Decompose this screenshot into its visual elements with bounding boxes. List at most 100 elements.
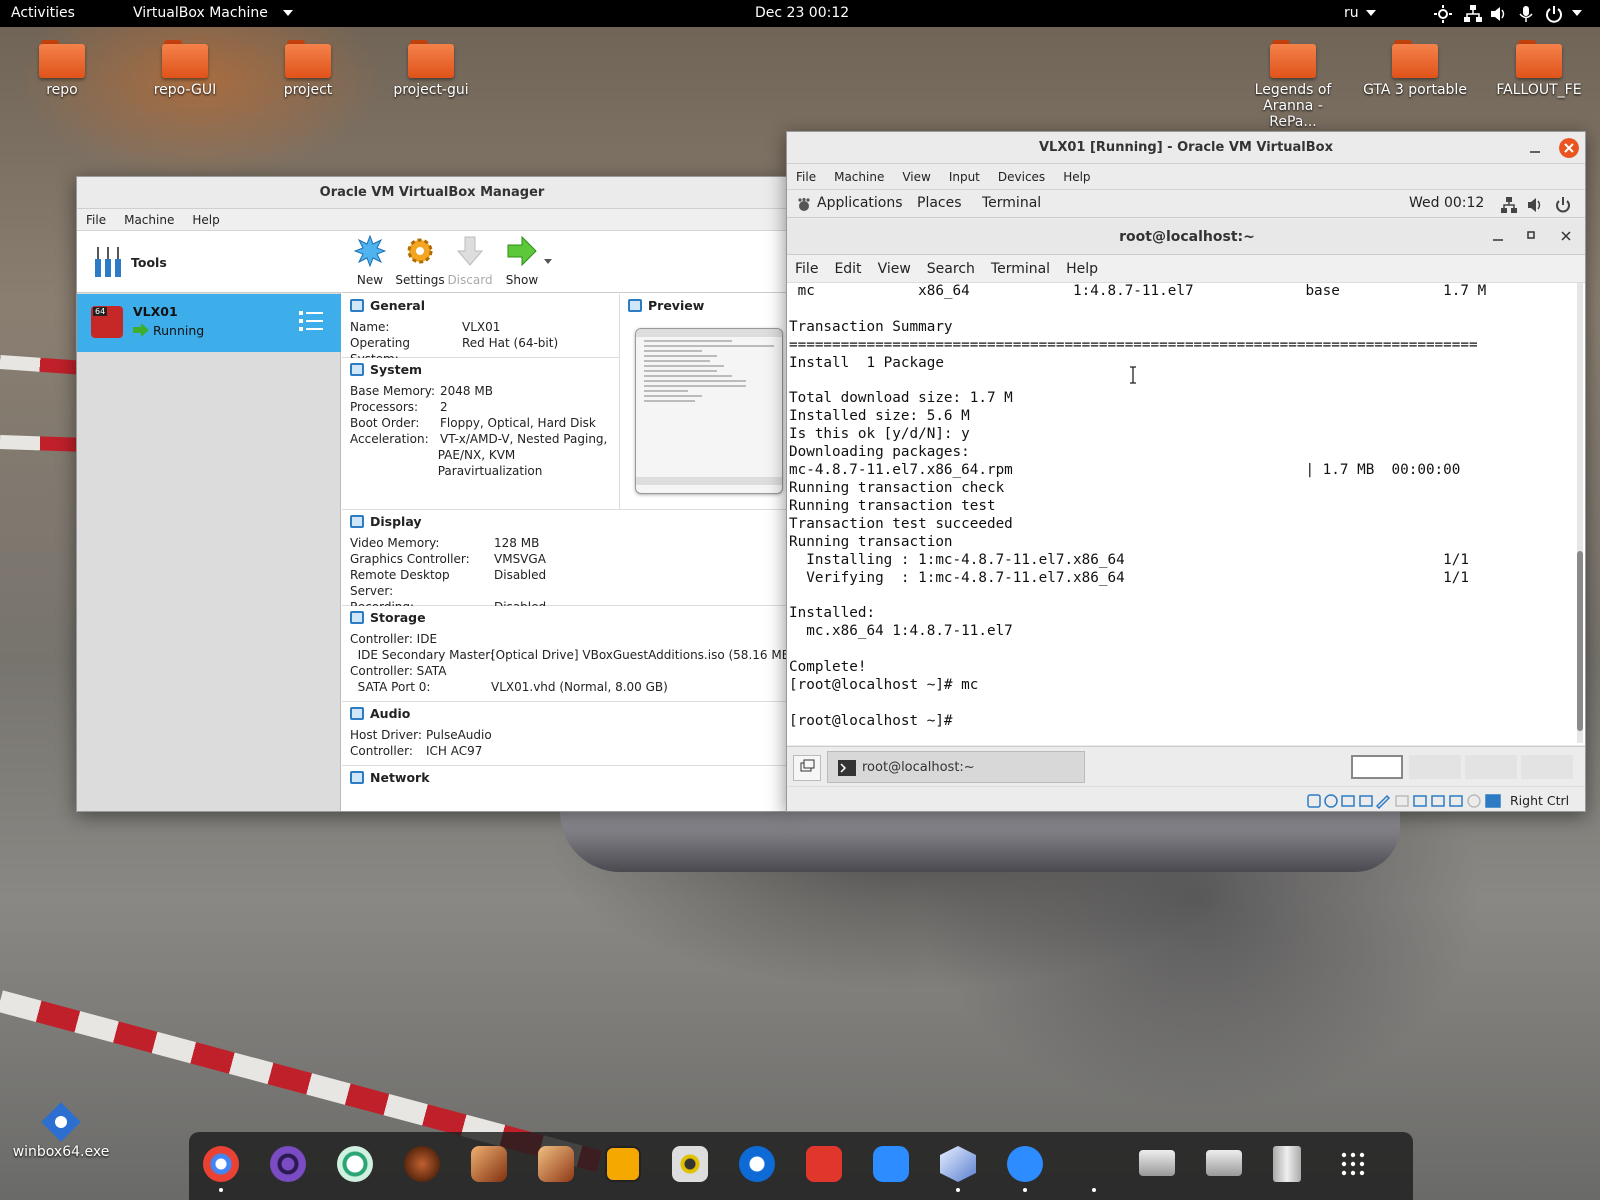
desktop-icon-repo[interactable]: repo: [7, 40, 117, 98]
desktop-icon-legends-of-aranna[interactable]: Legends of Aranna - RePa...: [1238, 40, 1348, 130]
display-section: Display Video Memory: 128 MB Graphics Con…: [342, 510, 787, 614]
task-terminal[interactable]: root@localhost:~: [827, 751, 1085, 783]
game-icon[interactable]: [471, 1146, 507, 1182]
chevron-down-icon: [1366, 10, 1376, 16]
running-indicator: [1023, 1188, 1027, 1192]
desktop-icon-project[interactable]: project: [253, 40, 363, 98]
app-menu[interactable]: VirtualBox Machine: [133, 5, 268, 21]
terminal-menu-edit[interactable]: Edit: [826, 261, 869, 277]
workspace-4[interactable]: [1521, 755, 1573, 779]
workspace-1[interactable]: [1351, 755, 1403, 779]
vm-menu-help[interactable]: Help: [1054, 170, 1099, 184]
network-icon[interactable]: [1464, 5, 1482, 23]
vm-list-item-vlx01[interactable]: 64 VLX01 Running: [77, 294, 341, 352]
vm-menu-machine[interactable]: Machine: [825, 170, 893, 184]
power-icon[interactable]: [1545, 5, 1563, 23]
guest-places-menu[interactable]: Places: [917, 195, 962, 211]
show-desktop-button[interactable]: [793, 755, 821, 781]
volume-icon[interactable]: [1527, 197, 1543, 213]
desktop-icon-repo-gui[interactable]: repo-GUI: [130, 40, 240, 98]
zoom-icon[interactable]: [873, 1146, 909, 1182]
folder-icon: [1392, 40, 1438, 78]
vm-menu-input[interactable]: Input: [940, 170, 989, 184]
scrollbar-thumb[interactable]: [1577, 551, 1583, 731]
terminal-menu-terminal[interactable]: Terminal: [983, 261, 1058, 277]
guest-terminal-menu[interactable]: Terminal: [982, 195, 1041, 211]
tor-browser-icon[interactable]: [270, 1146, 306, 1182]
terminal-scrollbar[interactable]: [1577, 283, 1583, 743]
terminal-menu-bar: File Edit View Search Terminal Help: [787, 255, 1585, 283]
workspace-3[interactable]: [1465, 755, 1517, 779]
text-cursor-icon: [1130, 366, 1136, 384]
vm-menu-devices[interactable]: Devices: [989, 170, 1054, 184]
game-icon[interactable]: [404, 1146, 440, 1182]
menu-machine[interactable]: Machine: [115, 213, 183, 227]
tools-item[interactable]: Tools: [77, 233, 341, 293]
general-section: General Name:VLX01 Operating System:Red …: [342, 294, 620, 366]
drive-icon[interactable]: [1139, 1150, 1175, 1176]
terminal-window: root@localhost:~ File Edit View Search T…: [787, 219, 1585, 745]
menu-file[interactable]: File: [77, 213, 115, 227]
power-icon[interactable]: [1555, 197, 1571, 213]
vm-menu-view[interactable]: View: [893, 170, 939, 184]
drive-icon[interactable]: [1206, 1150, 1242, 1176]
audio-app-icon[interactable]: [672, 1146, 708, 1182]
minimize-icon[interactable]: [1493, 235, 1503, 241]
terminal-menu-help[interactable]: Help: [1058, 261, 1106, 277]
new-star-icon: [353, 234, 387, 268]
volume-icon[interactable]: [1490, 5, 1508, 23]
running-indicator: [1092, 1188, 1096, 1192]
activities-button[interactable]: Activities: [11, 5, 75, 21]
terminal-output[interactable]: mc x86_64 1:4.8.7-11.el7 base 1.7 M Tran…: [789, 283, 1486, 731]
virtualbox-icon[interactable]: [940, 1146, 976, 1182]
guest-applications-menu[interactable]: Applications: [817, 195, 903, 211]
vm-preview-thumbnail[interactable]: [635, 328, 783, 494]
settings-gear-icon: [407, 238, 433, 264]
background-car: [560, 812, 1400, 872]
vm-menu-file[interactable]: File: [787, 170, 825, 184]
workspace-2[interactable]: [1409, 755, 1461, 779]
anydesk-icon[interactable]: [806, 1146, 842, 1182]
clock[interactable]: Dec 23 00:12: [755, 5, 849, 21]
vm-status-bar: Right Ctrl: [787, 786, 1585, 811]
main-toolbar: New Settings Discard Show: [342, 233, 787, 293]
menu-help[interactable]: Help: [183, 213, 228, 227]
preview-monitor-icon: [628, 299, 642, 312]
network-icon[interactable]: [1501, 197, 1517, 213]
show-apps-grid-icon[interactable]: [1341, 1152, 1365, 1176]
show-button[interactable]: Show: [494, 235, 550, 287]
show-dropdown-icon[interactable]: [544, 259, 552, 264]
desktop-icon-winbox[interactable]: winbox64.exe: [6, 1100, 116, 1160]
desktop-icon-project-gui[interactable]: project-gui: [376, 40, 486, 98]
folder-icon: [162, 40, 208, 78]
menu-bar: File Machine Help: [77, 209, 787, 231]
chromium-icon[interactable]: [203, 1146, 239, 1182]
minimize-icon[interactable]: [1529, 144, 1541, 154]
running-indicator: [956, 1188, 960, 1192]
zoom-icon[interactable]: [1007, 1146, 1043, 1182]
desktop-icon-gta3[interactable]: GTA 3 portable: [1360, 40, 1470, 98]
desktop-icon-fallout-fe[interactable]: FALLOUT_FE: [1484, 40, 1594, 98]
terminal-menu-search[interactable]: Search: [919, 261, 983, 277]
show-arrow-icon: [507, 235, 537, 267]
details-menu-icon[interactable]: [299, 310, 323, 332]
x-app-icon[interactable]: [337, 1146, 373, 1182]
trash-icon[interactable]: [1273, 1146, 1301, 1182]
microphone-icon[interactable]: [1518, 5, 1534, 23]
close-icon[interactable]: [1561, 231, 1571, 241]
close-icon[interactable]: [1559, 138, 1579, 158]
keyboard-layout[interactable]: ru: [1344, 5, 1359, 21]
game-icon[interactable]: [538, 1146, 574, 1182]
virtualbox-manager-window: Oracle VM VirtualBox Manager File Machin…: [76, 176, 788, 812]
discard-button[interactable]: Discard: [442, 235, 498, 287]
brightness-icon[interactable]: [1434, 5, 1452, 23]
teamviewer-icon[interactable]: [739, 1146, 775, 1182]
device-status-icons[interactable]: [1307, 793, 1503, 809]
guest-clock[interactable]: Wed 00:12: [1409, 195, 1484, 211]
maximize-icon[interactable]: [1527, 231, 1535, 239]
dock: [189, 1132, 1413, 1200]
s2-icon[interactable]: [605, 1146, 641, 1182]
details-pane: General Name:VLX01 Operating System:Red …: [342, 294, 787, 811]
terminal-menu-view[interactable]: View: [870, 261, 919, 277]
terminal-menu-file[interactable]: File: [787, 261, 826, 277]
